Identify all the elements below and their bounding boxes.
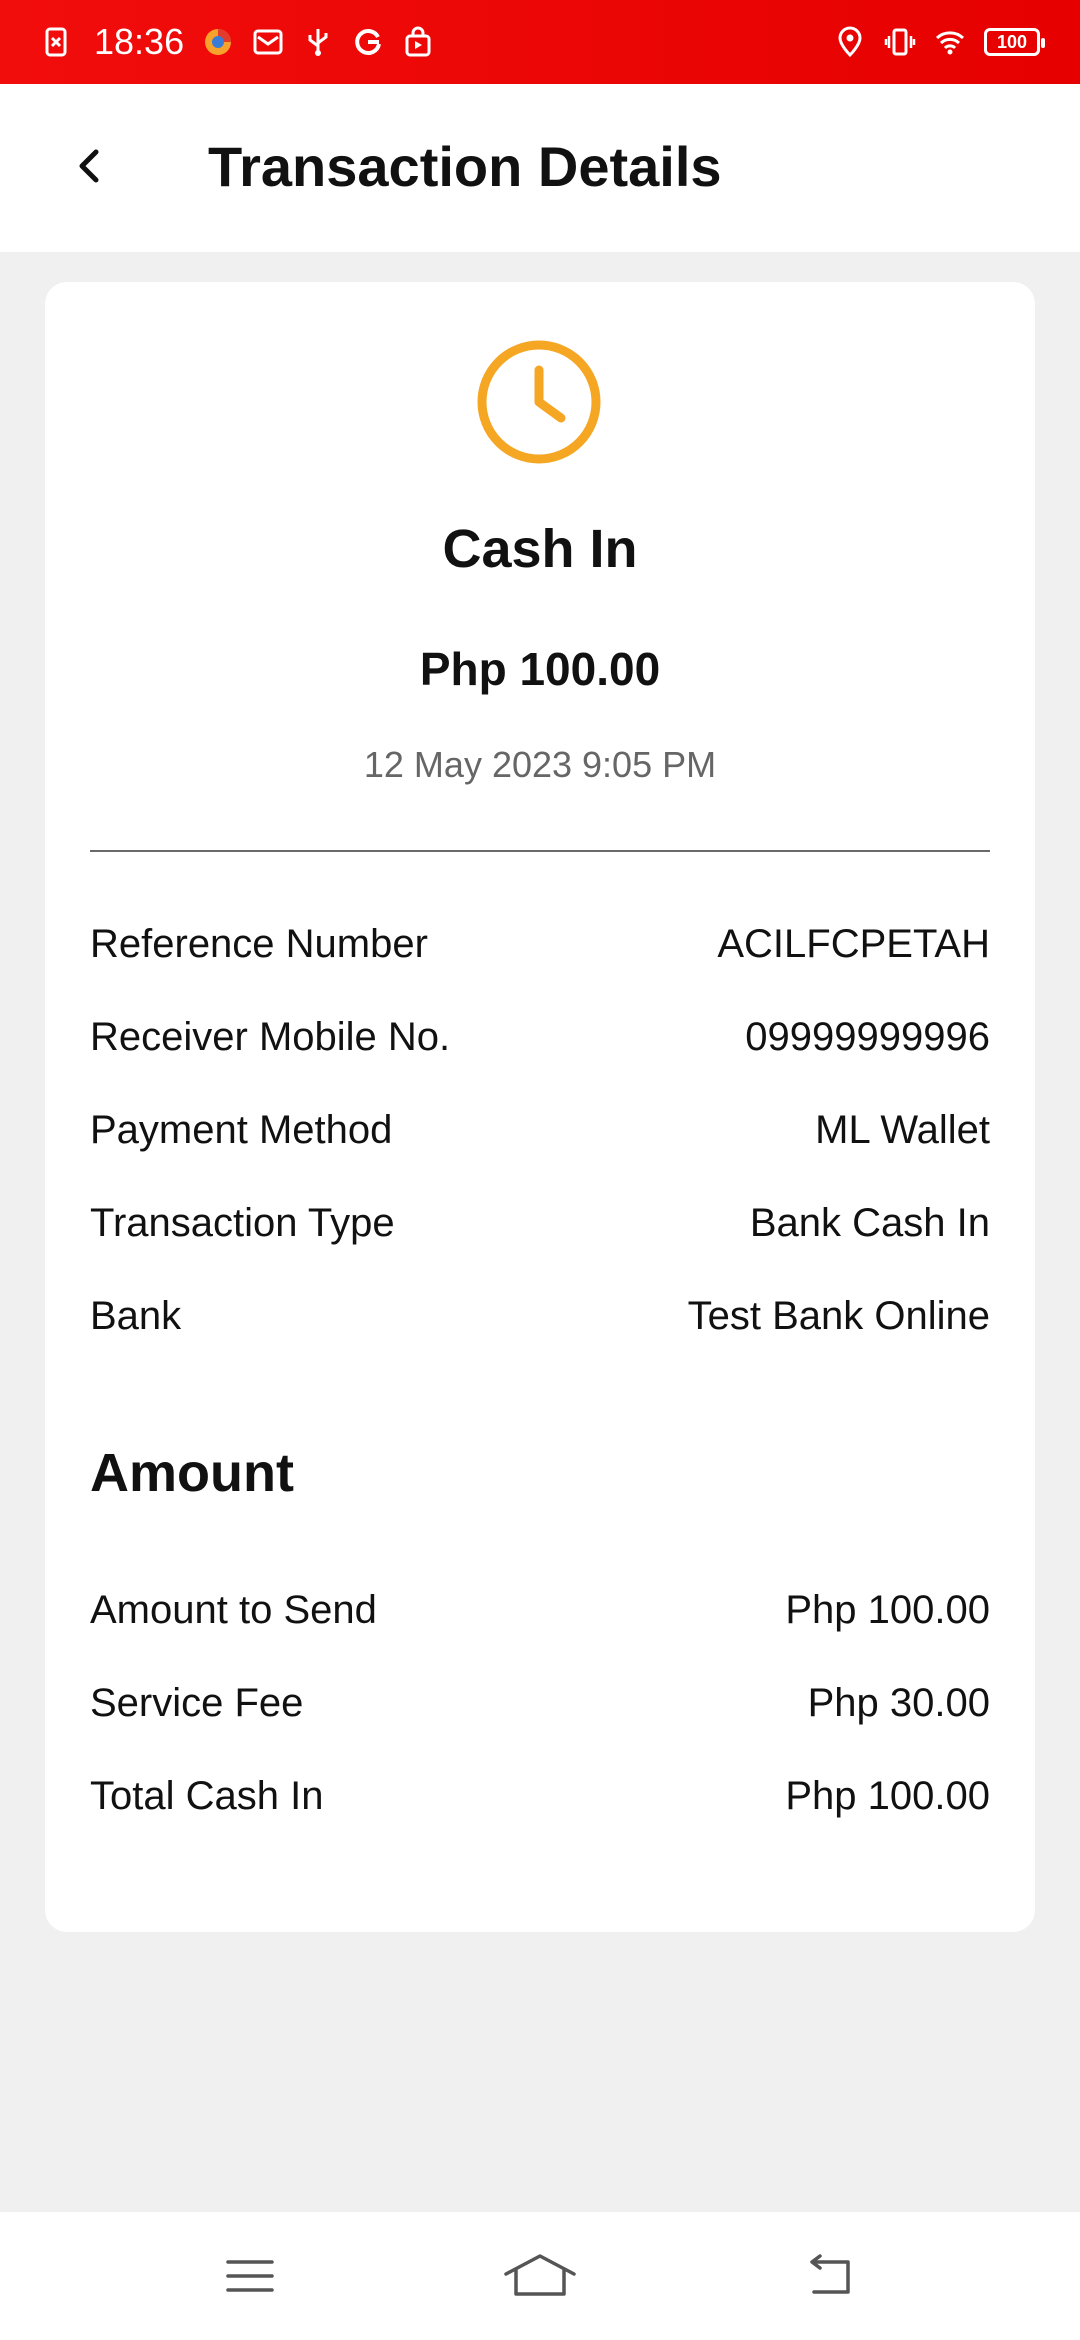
chevron-left-icon (79, 149, 99, 183)
wifi-icon (934, 26, 966, 58)
detail-label: Reference Number (90, 921, 428, 966)
status-left: 18:36 (40, 21, 434, 63)
detail-value: ACILFCPETAH (717, 921, 990, 966)
store-icon (402, 26, 434, 58)
mail-icon (252, 26, 284, 58)
transaction-card: Cash In Php 100.00 12 May 2023 9:05 PM R… (45, 282, 1035, 1932)
detail-value: Test Bank Online (687, 1293, 990, 1338)
amount-value: Php 100.00 (785, 1587, 990, 1632)
detail-label: Payment Method (90, 1107, 393, 1152)
status-right: 100 (834, 26, 1045, 58)
transaction-title: Cash In (442, 519, 638, 579)
back-nav-button[interactable] (780, 2226, 880, 2326)
menu-button[interactable] (200, 2226, 300, 2326)
detail-value: ML Wallet (815, 1107, 990, 1152)
amount-label: Amount to Send (90, 1587, 377, 1632)
detail-label: Transaction Type (90, 1200, 395, 1245)
app-bar: Transaction Details (0, 84, 1080, 252)
home-button[interactable] (490, 2226, 590, 2326)
amount-label: Total Cash In (90, 1773, 324, 1818)
vibrate-icon (884, 26, 916, 58)
amount-value: Php 30.00 (807, 1680, 990, 1725)
back-nav-icon (810, 2254, 850, 2294)
clock-icon (475, 338, 603, 466)
transaction-date: 12 May 2023 9:05 PM (363, 744, 717, 785)
location-icon (834, 26, 866, 58)
battery-icon: 100 (984, 28, 1045, 56)
detail-label: Bank (90, 1293, 182, 1338)
back-button[interactable] (60, 136, 120, 196)
detail-value: Bank Cash In (749, 1200, 990, 1245)
amount-label: Service Fee (90, 1680, 304, 1725)
home-icon (504, 2254, 576, 2296)
divider (90, 850, 990, 852)
transaction-amount: Php 100.00 (419, 643, 661, 695)
usb-icon (302, 26, 334, 58)
detail-row-reference: Reference Number ACILFCPETAH (90, 914, 990, 974)
detail-row-receiver: Receiver Mobile No. 09999999996 (90, 1007, 990, 1067)
detail-row-bank: Bank Test Bank Online (90, 1286, 990, 1346)
browser-icon (202, 26, 234, 58)
amount-row-to-send: Amount to Send Php 100.00 (90, 1580, 990, 1640)
detail-label: Receiver Mobile No. (90, 1014, 451, 1059)
status-bar: 18:36 100 (0, 0, 1080, 84)
system-nav-bar (0, 2212, 1080, 2340)
detail-row-transaction-type: Transaction Type Bank Cash In (90, 1193, 990, 1253)
menu-icon (226, 2260, 274, 2292)
amount-value: Php 100.00 (785, 1773, 990, 1818)
amount-row-service-fee: Service Fee Php 30.00 (90, 1673, 990, 1733)
page-title: Transaction Details (208, 135, 722, 198)
status-time: 18:36 (94, 21, 185, 62)
google-icon (352, 26, 384, 58)
detail-value: 09999999996 (745, 1014, 990, 1059)
amount-section-title: Amount (90, 1443, 294, 1503)
detail-row-payment-method: Payment Method ML Wallet (90, 1100, 990, 1160)
sim-off-icon (40, 26, 72, 58)
amount-row-total: Total Cash In Php 100.00 (90, 1766, 990, 1826)
